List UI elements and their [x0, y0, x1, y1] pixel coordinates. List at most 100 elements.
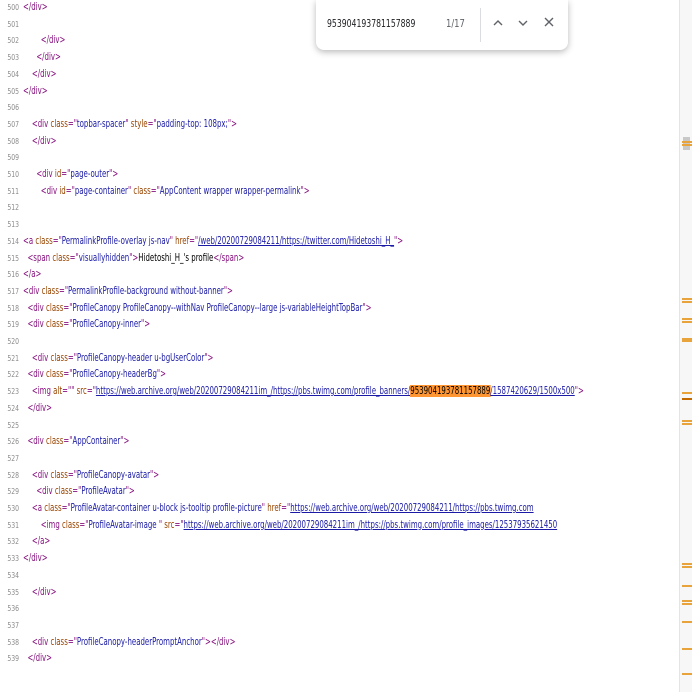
find-close-button[interactable] [539, 10, 559, 36]
attribute-value: ProfileAvatar-container u-block js-toolt… [70, 502, 262, 514]
source-line: 539 </div> [0, 651, 679, 667]
tag: "> [362, 301, 372, 314]
source-line: 519 <div class="ProfileCanopy-inner"> [0, 317, 679, 333]
line-number: 500 [7, 3, 19, 12]
tag: "> [140, 318, 151, 331]
search-match-marker [682, 398, 692, 400]
line-number: 519 [7, 320, 19, 330]
search-match-marker [682, 318, 692, 320]
attribute-value: topbar-spacer [76, 117, 126, 130]
attribute-value: ProfileAvatar [81, 485, 126, 498]
tag: =" [65, 184, 75, 197]
text [23, 135, 32, 147]
source-code: </div> [23, 652, 52, 664]
line-number: 531 [7, 520, 19, 530]
line-number: 534 [7, 570, 19, 580]
source-line: 517 <div class="PermalinkProfile-backgrou… [0, 284, 679, 300]
text [23, 34, 41, 46]
tag: "> [150, 468, 160, 481]
source-code: <span class="visuallyhidden">Hidetoshi_H… [23, 252, 244, 264]
tag: "> [156, 368, 166, 381]
tag: =" [63, 435, 73, 448]
line-number: 515 [7, 253, 19, 263]
text [23, 502, 32, 514]
find-match-count: 1/17 [446, 17, 465, 30]
attribute-value: PermalinkProfile-background without-bann… [68, 284, 224, 297]
source-code: </div> [23, 51, 61, 63]
source-line: 535 </div> [0, 585, 679, 601]
source-code: <img class="ProfileAvatar-image " src="h… [23, 519, 557, 531]
find-input[interactable]: 953904193781157889 [327, 17, 415, 30]
line-number: 517 [7, 286, 19, 296]
tag: "> [129, 251, 139, 264]
link[interactable]: https://web.archive.org/web/202007290842… [184, 519, 558, 531]
link[interactable]: /web/20200729084211/https://twitter.com/… [198, 235, 394, 247]
tag: =" [63, 368, 73, 381]
search-match-marker [682, 301, 692, 303]
attribute-name: src [164, 518, 175, 531]
line-number: 509 [7, 153, 19, 163]
line-number: 518 [7, 303, 19, 313]
line-number: 507 [7, 119, 19, 129]
source-line: 511 <div id="page-container" class="AppC… [0, 184, 679, 200]
source-line: 515 <span class="visuallyhidden">Hidetos… [0, 251, 679, 267]
link[interactable]: /1587420629/1500x500 [490, 385, 574, 397]
source-line: 523 <img alt="" src="https://web.archive… [0, 384, 679, 400]
tag: <img [40, 518, 63, 531]
tag: =" [72, 485, 82, 498]
line-number: 511 [7, 186, 19, 196]
tag: </div> [23, 552, 48, 565]
tag: </a> [23, 268, 42, 281]
source-code: </div> [23, 1, 48, 13]
source-line: 503 </div> [0, 50, 679, 66]
search-match-marker [682, 621, 692, 623]
close-icon [544, 17, 554, 27]
attribute-value: ProfileCanopy-headerPromptAnchor [76, 635, 202, 648]
search-match-marker [682, 144, 692, 146]
link[interactable]: https://web.archive.org/web/202007290842… [96, 385, 410, 397]
attribute-name: href [175, 234, 190, 247]
find-previous-button[interactable] [488, 10, 508, 36]
tag: =" [63, 318, 73, 331]
tag: <span [27, 251, 53, 264]
source-line: 516 </a> [0, 267, 679, 283]
source-code: <div class="topbar-spacer" style="paddin… [23, 118, 237, 130]
tag: "> [227, 117, 237, 130]
vertical-scrollbar[interactable] [679, 0, 692, 692]
line-number: 520 [7, 337, 19, 346]
source-code: <div class="ProfileCanopy-inner"> [23, 318, 150, 330]
source-code: <div class="ProfileCanopy-headerBg"> [23, 368, 166, 380]
text [23, 68, 32, 80]
source-code: </a> [23, 268, 41, 280]
tag: </div> [40, 34, 66, 47]
view-source-content: 500 </div> 501 502 </div> 503 </div> 504 </di… [0, 0, 679, 692]
source-code: <div class="ProfileCanopy ProfileCanopy-… [23, 302, 371, 314]
tag: =" [67, 117, 77, 130]
source-line: 518 <div class="ProfileCanopy ProfileCan… [0, 301, 679, 317]
source-line: 526 <div class="AppContainer"> [0, 434, 679, 450]
text [23, 485, 36, 497]
search-match-marker [682, 420, 692, 422]
attribute-value: ProfileCanopy-headerBg [72, 368, 157, 381]
attribute-name: class [46, 301, 64, 314]
source-code: </div> [23, 85, 48, 97]
search-match-marker [682, 141, 692, 143]
tag: <div [31, 351, 51, 364]
source-code: <div class="ProfileCanopy-header u-bgUse… [23, 351, 214, 364]
line-number: 521 [7, 353, 19, 363]
link[interactable]: https://web.archive.org/web/202007290842… [290, 502, 533, 514]
line-number: 524 [7, 403, 19, 413]
source-code: </div> [23, 34, 66, 47]
tag: =" [61, 168, 71, 180]
tag: </div> [23, 84, 48, 97]
tag: </div> [31, 67, 57, 80]
attribute-name: class [62, 518, 80, 531]
tag: "> [223, 284, 233, 297]
tag: =" [52, 234, 62, 247]
tag: =" [67, 351, 77, 364]
attribute-value: PermalinkProfile-overlay js-nav [61, 234, 170, 247]
find-next-button[interactable] [513, 10, 533, 36]
line-number: 532 [7, 537, 19, 547]
line-number: 529 [7, 487, 19, 497]
text [23, 636, 32, 648]
